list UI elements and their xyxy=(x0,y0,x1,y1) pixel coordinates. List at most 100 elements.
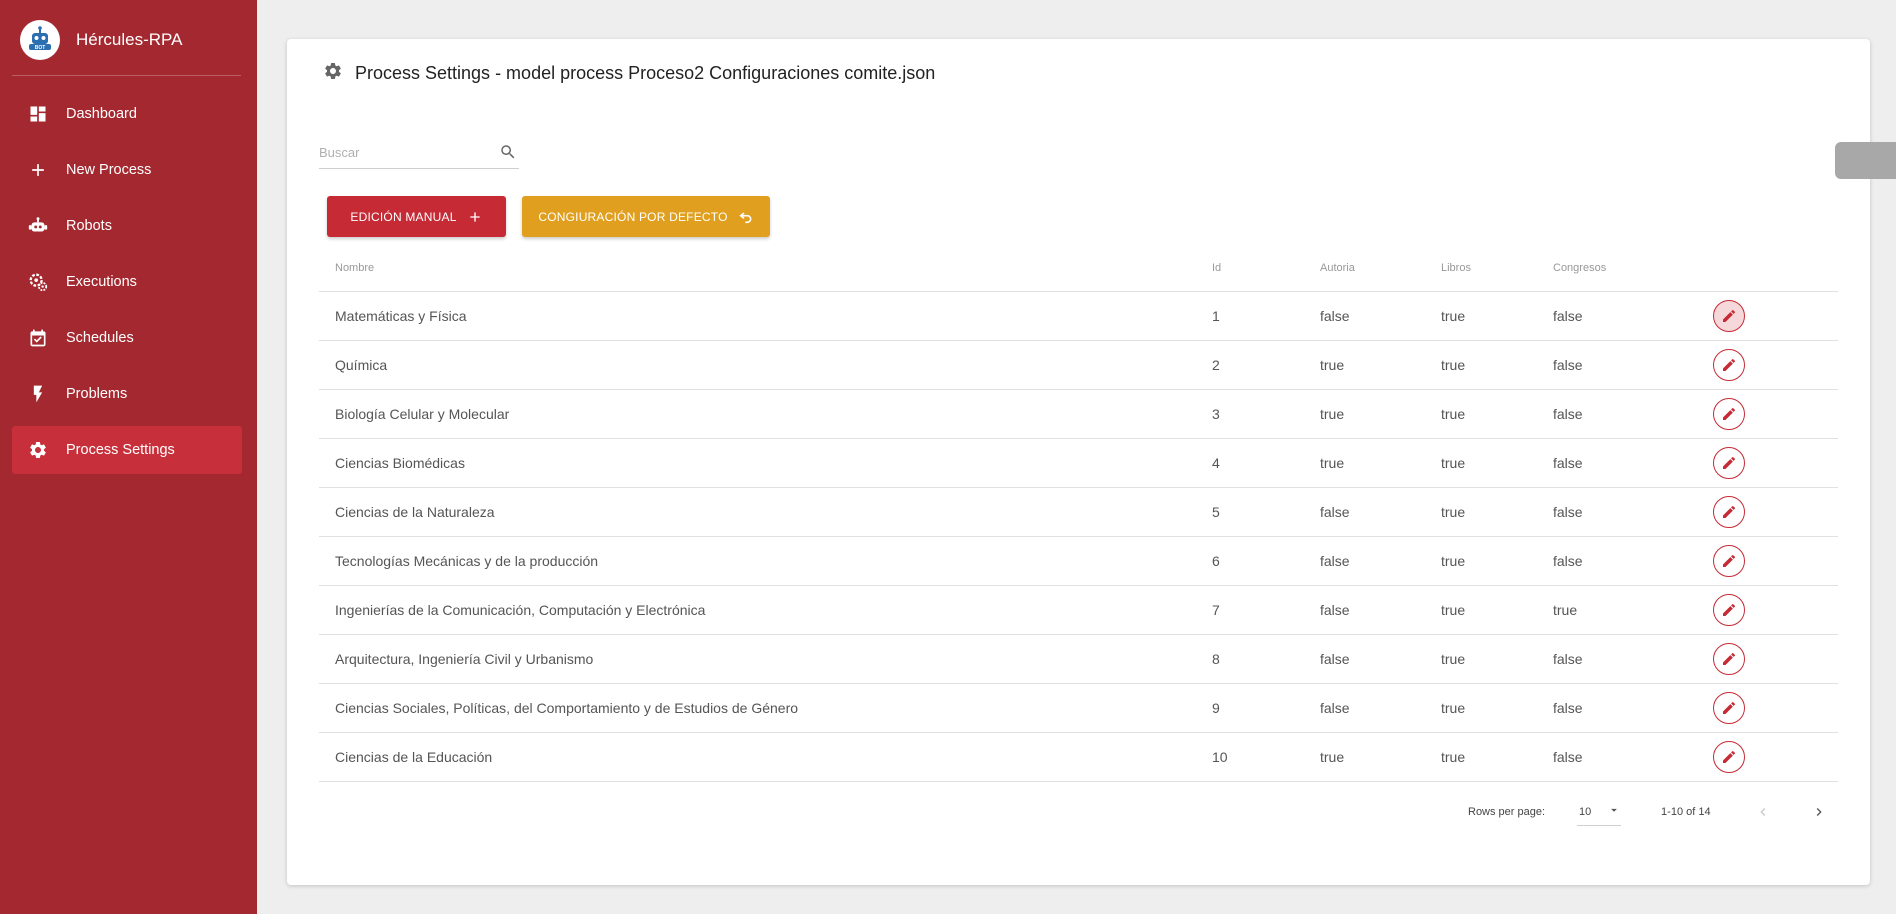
cell-congresos: false xyxy=(1553,700,1583,716)
cell-libros: true xyxy=(1441,357,1466,373)
cell-autoria: false xyxy=(1320,553,1350,569)
next-page-button[interactable] xyxy=(1807,800,1831,824)
table-row: Ciencias Sociales, Políticas, del Compor… xyxy=(319,684,1838,733)
table-row: Química 2 true true false xyxy=(319,341,1838,390)
cell-libros: true xyxy=(1441,406,1466,422)
sidebar-item-dashboard[interactable]: Dashboard xyxy=(12,90,242,138)
side-drawer-tab[interactable] xyxy=(1835,142,1896,179)
edit-button[interactable] xyxy=(1713,349,1745,381)
previous-page-button[interactable] xyxy=(1751,800,1775,824)
pencil-icon xyxy=(1721,357,1737,373)
page-header: Process Settings - model process Proceso… xyxy=(323,61,935,86)
cell-actions xyxy=(1713,300,1838,332)
calendar-check-icon xyxy=(26,326,50,350)
rows-per-page-label: Rows per page: xyxy=(1468,806,1546,818)
sidebar-item-label: Dashboard xyxy=(66,106,137,122)
cell-actions xyxy=(1713,496,1838,528)
edit-button[interactable] xyxy=(1713,398,1745,430)
column-header-congresos[interactable]: Congresos xyxy=(1553,262,1713,274)
plus-icon xyxy=(26,158,50,182)
cell-libros: true xyxy=(1441,308,1466,324)
sidebar-item-schedules[interactable]: Schedules xyxy=(12,314,242,362)
cell-id: 9 xyxy=(1212,700,1220,716)
sidebar-item-new-process[interactable]: New Process xyxy=(12,146,242,194)
cell-id: 6 xyxy=(1212,553,1220,569)
edit-button[interactable] xyxy=(1713,300,1745,332)
cell-nombre: Ciencias de la Naturaleza xyxy=(335,504,495,520)
pencil-icon xyxy=(1721,455,1737,471)
gear-icon xyxy=(26,438,50,462)
default-config-button[interactable]: CONGIURACIÓN POR DEFECTO xyxy=(522,196,770,237)
pencil-icon xyxy=(1721,602,1737,618)
cell-libros: true xyxy=(1441,749,1466,765)
sidebar-divider xyxy=(12,75,241,76)
table-row: Ciencias de la Educación 10 true true false xyxy=(319,733,1838,782)
cell-id: 8 xyxy=(1212,651,1220,667)
logo-text: BOT xyxy=(35,45,46,51)
cell-congresos: false xyxy=(1553,749,1583,765)
flash-icon xyxy=(26,382,50,406)
manual-edit-label: EDICIÓN MANUAL xyxy=(350,209,457,224)
cell-autoria: true xyxy=(1320,749,1345,765)
edit-button[interactable] xyxy=(1713,741,1745,773)
cell-actions xyxy=(1713,349,1838,381)
gear-icon xyxy=(323,61,343,86)
cell-congresos: false xyxy=(1553,504,1583,520)
edit-button[interactable] xyxy=(1713,594,1745,626)
robot-icon xyxy=(26,214,50,238)
sidebar-item-label: Process Settings xyxy=(66,442,175,458)
table-row: Tecnologías Mecánicas y de la producción… xyxy=(319,537,1838,586)
edit-button[interactable] xyxy=(1713,643,1745,675)
edit-button[interactable] xyxy=(1713,545,1745,577)
column-header-id[interactable]: Id xyxy=(1212,262,1320,274)
robot-logo: BOT xyxy=(20,20,60,60)
cell-id: 10 xyxy=(1212,749,1228,765)
sidebar-nav: Dashboard New Process Robots Executions … xyxy=(12,90,242,482)
table-row: Biología Celular y Molecular 3 true true fal… xyxy=(319,390,1838,439)
cell-actions xyxy=(1713,447,1838,479)
cell-congresos: true xyxy=(1553,602,1578,618)
edit-button[interactable] xyxy=(1713,496,1745,528)
cell-nombre: Matemáticas y Física xyxy=(335,308,467,324)
app-title: Hércules-RPA xyxy=(76,30,183,49)
cell-actions xyxy=(1713,643,1838,675)
pencil-icon xyxy=(1721,308,1737,324)
sidebar-item-process-settings[interactable]: Process Settings xyxy=(12,426,242,474)
cell-libros: true xyxy=(1441,700,1466,716)
edit-button[interactable] xyxy=(1713,447,1745,479)
cell-id: 4 xyxy=(1212,455,1220,471)
manual-edit-button[interactable]: EDICIÓN MANUAL xyxy=(327,196,506,237)
column-header-nombre[interactable]: Nombre xyxy=(319,262,1212,274)
pencil-icon xyxy=(1721,651,1737,667)
sidebar-item-problems[interactable]: Problems xyxy=(12,370,242,418)
page-range: 1-10 of 14 xyxy=(1661,806,1711,818)
table-body: Matemáticas y Física 1 false true false Quími… xyxy=(319,292,1838,782)
pencil-icon xyxy=(1721,700,1737,716)
cell-nombre: Ciencias de la Educación xyxy=(335,749,493,765)
sidebar-item-robots[interactable]: Robots xyxy=(12,202,242,250)
sidebar-item-label: New Process xyxy=(66,162,152,178)
cell-libros: true xyxy=(1441,504,1466,520)
rows-per-page-select[interactable]: 10 xyxy=(1577,798,1622,826)
default-config-label: CONGIURACIÓN POR DEFECTO xyxy=(538,209,728,224)
table-row: Ingenierías de la Comunicación, Computac… xyxy=(319,586,1838,635)
brand[interactable]: BOT Hércules-RPA xyxy=(20,20,182,60)
caret-down-icon xyxy=(1607,803,1621,820)
cell-nombre: Tecnologías Mecánicas y de la producción xyxy=(335,553,599,569)
search-icon[interactable] xyxy=(499,143,517,166)
search-input[interactable] xyxy=(319,145,489,160)
plus-icon xyxy=(467,209,483,225)
column-header-libros[interactable]: Libros xyxy=(1441,262,1553,274)
pencil-icon xyxy=(1721,749,1737,765)
cell-actions xyxy=(1713,692,1838,724)
cell-actions xyxy=(1713,398,1838,430)
settings-table: Nombre Id Autoria Libros Congresos Matem… xyxy=(319,244,1838,782)
edit-button[interactable] xyxy=(1713,692,1745,724)
sidebar-item-executions[interactable]: Executions xyxy=(12,258,242,306)
table-header: Nombre Id Autoria Libros Congresos xyxy=(319,244,1838,292)
column-header-autoria[interactable]: Autoria xyxy=(1320,262,1441,274)
cell-autoria: false xyxy=(1320,651,1350,667)
sidebar-item-label: Robots xyxy=(66,218,112,234)
pencil-icon xyxy=(1721,553,1737,569)
cell-libros: true xyxy=(1441,602,1466,618)
